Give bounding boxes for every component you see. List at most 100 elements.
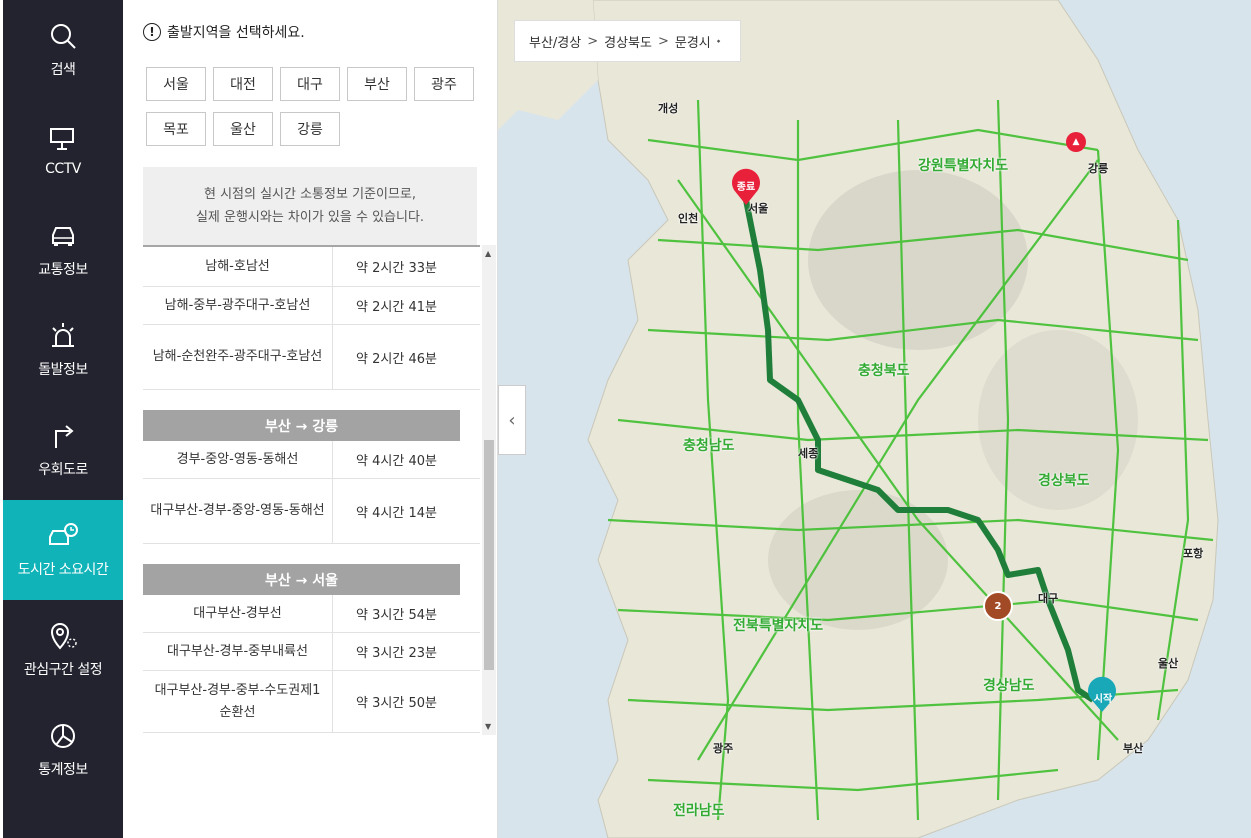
route-start-marker[interactable]: 시작 — [1084, 688, 1122, 706]
cctv-icon — [50, 128, 74, 150]
route-group-header: 부산 → 강릉 — [143, 410, 460, 441]
scroll-up-arrow-icon[interactable]: ▲ — [485, 249, 491, 258]
route-name: 대구부산-경부-중부-수도권제1순환선 — [143, 671, 333, 732]
breadcrumb-item[interactable]: 문경시 — [675, 32, 711, 51]
route-end-marker[interactable]: 종료 — [727, 176, 765, 194]
side-nav: 검색 CCTV 교통정보 돌발정보 우회도로 도시간 소요시간 관심구간 설정 — [0, 0, 123, 838]
route-name: 남해-호남선 — [143, 247, 333, 286]
table-row[interactable]: 남해-중부-광주대구-호남선 약 2시간 41분 — [143, 287, 480, 325]
region-button-gangneung[interactable]: 강릉 — [280, 112, 340, 146]
map-place-label: 전라남도 — [673, 803, 725, 819]
map-place-label: 세종 — [798, 447, 819, 460]
nav-item-traffic[interactable]: 교통정보 — [3, 200, 123, 300]
map-place-label: 전북특별자치도 — [733, 618, 824, 634]
nav-item-label: 교통정보 — [38, 262, 88, 278]
nav-item-interest-section[interactable]: 관심구간 설정 — [3, 600, 123, 700]
map-place-label: 충청남도 — [683, 438, 735, 454]
table-row[interactable]: 대구부산-경부-중부내륙선 약 3시간 23분 — [143, 633, 480, 671]
map-place-label: 광주 — [713, 742, 734, 755]
realtime-info-box: 현 시점의 실시간 소통정보 기준이므로, 실제 운행시와는 차이가 있을 수 … — [143, 167, 477, 245]
route-name: 경부-중앙-영동-동해선 — [143, 441, 333, 478]
route-time: 약 2시간 41분 — [356, 300, 437, 315]
map-canvas — [498, 0, 1251, 838]
nav-item-label: 우회도로 — [38, 462, 88, 478]
region-button-busan[interactable]: 부산 — [347, 67, 407, 101]
travel-time-panel: ! 출발지역을 선택하세요. 서울 대전 대구 부산 광주 목포 울산 강릉 현… — [123, 0, 498, 838]
route-time: 약 2시간 46분 — [356, 351, 437, 367]
nav-item-search[interactable]: 검색 — [3, 0, 123, 100]
map-place-label: 울산 — [1158, 657, 1179, 670]
region-button-seoul[interactable]: 서울 — [146, 67, 206, 101]
map-place-label: 강릉 — [1088, 162, 1109, 175]
table-row[interactable]: 남해-순천완주-광주대구-호남선 약 2시간 46분 — [143, 325, 480, 390]
nav-item-label: 통계정보 — [38, 762, 88, 778]
info-line: 실제 운행시와는 차이가 있을 수 있습니다. — [195, 210, 425, 225]
map-place-label: 부산 — [1123, 742, 1144, 755]
route-time: 약 4시간 40분 — [356, 454, 437, 469]
car-clock-icon — [49, 523, 78, 545]
location-icon — [50, 623, 77, 650]
app-root: 검색 CCTV 교통정보 돌발정보 우회도로 도시간 소요시간 관심구간 설정 — [0, 0, 1251, 838]
breadcrumb[interactable]: 부산/경상 > 경상북도 > 문경시 ⬩ — [514, 20, 742, 62]
nav-item-label: 관심구간 설정 — [23, 662, 103, 678]
route-name: 대구부산-경부선 — [143, 595, 333, 632]
route-time: 약 3시간 54분 — [356, 608, 437, 623]
route-time: 약 3시간 50분 — [356, 696, 437, 711]
map-place-label: 개성 — [658, 102, 679, 115]
region-button-daegu[interactable]: 대구 — [280, 67, 340, 101]
route-list-scrollbar[interactable]: ▲ ▼ — [482, 245, 496, 735]
select-origin-notice: ! 출발지역을 선택하세요. — [143, 22, 305, 42]
warning-icon[interactable]: ▲ — [1069, 135, 1083, 149]
nav-item-detour[interactable]: 우회도로 — [3, 400, 123, 500]
detour-icon — [55, 425, 74, 448]
nav-item-label: 검색 — [50, 62, 76, 78]
nav-item-statistics[interactable]: 통계정보 — [3, 700, 123, 800]
table-row[interactable]: 남해-호남선 약 2시간 33분 — [143, 247, 480, 287]
route-list: 남해-호남선 약 2시간 33분 남해-중부-광주대구-호남선 약 2시간 41… — [143, 245, 480, 735]
route-name: 남해-중부-광주대구-호남선 — [143, 287, 333, 324]
map-place-label: 서울 — [748, 202, 769, 215]
alert-icon — [52, 323, 74, 347]
route-name: 남해-순천완주-광주대구-호남선 — [143, 325, 333, 389]
route-time: 약 3시간 23분 — [356, 646, 437, 661]
breadcrumb-item[interactable]: 부산/경상 — [529, 32, 581, 51]
nav-item-cctv[interactable]: CCTV — [3, 100, 123, 200]
scroll-down-arrow-icon[interactable]: ▼ — [485, 722, 491, 731]
nav-item-label: 돌발정보 — [38, 362, 88, 378]
nav-item-city-travel-time[interactable]: 도시간 소요시간 — [3, 500, 123, 600]
chevron-left-icon: ‹ — [508, 409, 516, 431]
traffic-map[interactable]: 종료 시작 2 ▲ 부산/경상 > 경상북도 > 문경시 ⬩ ‹ 개성서울인천 강… — [498, 0, 1251, 838]
notice-text: 출발지역을 선택하세요. — [167, 25, 305, 41]
map-place-label: 대구 — [1038, 592, 1059, 605]
region-button-ulsan[interactable]: 울산 — [213, 112, 273, 146]
map-place-label: 인천 — [678, 212, 699, 225]
collapse-panel-button[interactable]: ‹ — [498, 385, 526, 455]
route-name: 대구부산-경부-중부내륙선 — [143, 633, 333, 670]
chevron-right-icon: > — [587, 33, 599, 49]
route-group-header: 부산 → 서울 — [143, 564, 460, 595]
scroll-thumb[interactable] — [484, 440, 494, 670]
region-button-daejeon[interactable]: 대전 — [213, 67, 273, 101]
route-time: 약 4시간 14분 — [356, 505, 437, 521]
chevron-up-down-icon[interactable]: ⬩ — [717, 36, 721, 47]
map-place-label: 강원특별자치도 — [918, 158, 1009, 174]
table-row[interactable]: 대구부산-경부선 약 3시간 54분 — [143, 595, 480, 633]
table-row[interactable]: 대구부산-경부-중앙-영동-동해선 약 4시간 14분 — [143, 479, 480, 544]
search-icon — [51, 24, 76, 49]
incident-cluster-marker[interactable]: 2 — [990, 597, 1006, 615]
breadcrumb-item[interactable]: 경상북도 — [604, 32, 652, 51]
car-icon — [52, 227, 74, 246]
region-button-gwangju[interactable]: 광주 — [414, 67, 474, 101]
chevron-right-icon: > — [657, 33, 669, 49]
map-place-label: 경상북도 — [1038, 473, 1090, 489]
route-time: 약 2시간 33분 — [356, 261, 437, 276]
region-button-mokpo[interactable]: 목포 — [146, 112, 206, 146]
table-row[interactable]: 대구부산-경부-중부-수도권제1순환선 약 3시간 50분 — [143, 671, 480, 733]
route-name: 대구부산-경부-중앙-영동-동해선 — [143, 479, 333, 543]
map-place-label: 포항 — [1183, 547, 1204, 560]
info-line: 현 시점의 실시간 소통정보 기준이므로, — [203, 187, 417, 202]
nav-item-incident[interactable]: 돌발정보 — [3, 300, 123, 400]
nav-item-label: 도시간 소요시간 — [17, 562, 109, 578]
chart-icon — [51, 724, 75, 748]
table-row[interactable]: 경부-중앙-영동-동해선 약 4시간 40분 — [143, 441, 480, 479]
